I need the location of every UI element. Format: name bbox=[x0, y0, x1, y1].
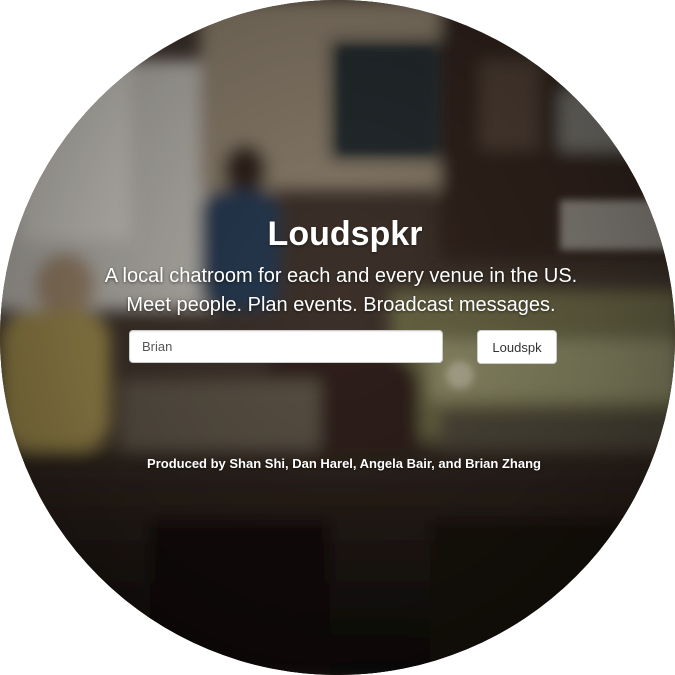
venue-search-input[interactable] bbox=[129, 330, 443, 363]
credits-text: Produced by Shan Shi, Dan Harel, Angela … bbox=[147, 456, 541, 471]
page: Loudspkr A local chatroom for each and e… bbox=[0, 0, 675, 675]
hero-content: Loudspkr A local chatroom for each and e… bbox=[0, 0, 675, 675]
tagline-line-1: A local chatroom for each and every venu… bbox=[104, 265, 578, 287]
loudspk-button[interactable]: Loudspk bbox=[477, 330, 557, 364]
circular-hero: Loudspkr A local chatroom for each and e… bbox=[0, 0, 675, 675]
page-title: Loudspkr bbox=[267, 215, 423, 253]
tagline-line-2: Meet people. Plan events. Broadcast mess… bbox=[126, 294, 556, 316]
